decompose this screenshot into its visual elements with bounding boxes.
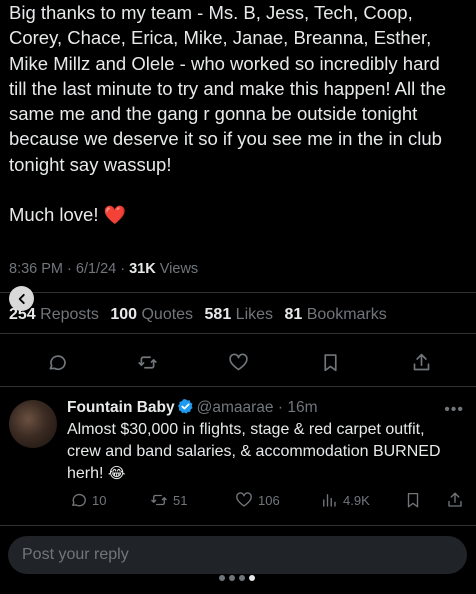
laughing-emoji: 😂: [107, 465, 126, 482]
reply-reply-button[interactable]: 10: [69, 491, 106, 509]
repost-count: 51: [173, 492, 188, 508]
share-button[interactable]: [406, 347, 436, 377]
reply-header: Fountain Baby @amaarae · 16m: [67, 399, 318, 416]
reply-share-button[interactable]: [446, 491, 464, 509]
reply-text: Almost $30,000 in flights, stage & red c…: [67, 421, 441, 482]
post-date: 6/1/24: [75, 261, 117, 277]
quotes-stat[interactable]: 100 Quotes: [110, 306, 200, 323]
page-dot: [229, 575, 235, 581]
bookmark-icon: [407, 492, 419, 508]
reply-views-button[interactable]: 4.9K: [320, 491, 370, 509]
reply-input[interactable]: [22, 536, 442, 574]
share-icon: [413, 353, 429, 370]
reply-author-name[interactable]: Fountain Baby: [67, 399, 175, 416]
page-dot: [239, 575, 245, 581]
post-meta: 8:36 PM · 6/1/24 · 31K Views: [9, 261, 199, 277]
post-signoff: Much love! ❤️: [9, 204, 127, 226]
avatar[interactable]: [9, 400, 57, 448]
divider: [0, 333, 476, 334]
reply-composer: [8, 536, 467, 574]
bookmark-icon: [323, 353, 337, 371]
page-indicator: [219, 575, 255, 581]
post-stats: 254 Reposts 100 Quotes 581 Likes 81 Book…: [9, 306, 394, 324]
bookmark-button[interactable]: [315, 347, 345, 377]
reply-like-button[interactable]: 106: [235, 491, 280, 509]
views-label: Views: [159, 261, 199, 277]
divider: [0, 292, 476, 293]
views-icon: [323, 494, 336, 507]
reply-author-handle[interactable]: @amaarae: [197, 399, 274, 416]
repost-icon: [151, 494, 167, 506]
like-button[interactable]: [223, 347, 253, 377]
post-actions: [0, 347, 476, 377]
chevron-left-icon: [18, 293, 25, 304]
bookmarks-stat[interactable]: 81 Bookmarks: [284, 306, 393, 323]
heart-icon: [228, 353, 248, 370]
reply-timestamp: 16m: [287, 399, 318, 416]
likes-stat[interactable]: 581 Likes: [205, 306, 281, 323]
repost-icon: [137, 355, 157, 369]
reply-count: 10: [92, 492, 107, 508]
reply-icon: [49, 354, 66, 370]
repost-button[interactable]: [132, 347, 162, 377]
reply-tweet[interactable]: Fountain Baby @amaarae · 16m ••• Almost $…: [0, 393, 476, 523]
post-time: 8:36 PM: [9, 261, 63, 277]
reply-button[interactable]: [41, 347, 71, 377]
divider: [0, 525, 476, 526]
reply-repost-button[interactable]: 51: [150, 491, 187, 509]
reply-bookmark-button[interactable]: [404, 491, 422, 509]
heart-icon: [236, 492, 252, 507]
share-icon: [448, 492, 462, 507]
back-button[interactable]: [9, 286, 34, 311]
like-count: 106: [258, 492, 280, 508]
views-count: 4.9K: [343, 492, 370, 508]
page-dot: [219, 575, 225, 581]
reply-icon: [72, 493, 86, 507]
post-text: Big thanks to my team - Ms. B, Jess, Tec…: [9, 2, 447, 175]
verified-badge-icon: [177, 399, 193, 414]
heart-emoji: ❤️: [103, 205, 127, 226]
reply-actions: 10 51 106 4.9K: [0, 491, 476, 513]
more-options-icon[interactable]: •••: [444, 401, 464, 419]
post-body: Big thanks to my team - Ms. B, Jess, Tec…: [9, 0, 469, 228]
page-dot-active: [249, 575, 255, 581]
divider: [0, 386, 476, 387]
views-count: 31K: [129, 261, 156, 277]
